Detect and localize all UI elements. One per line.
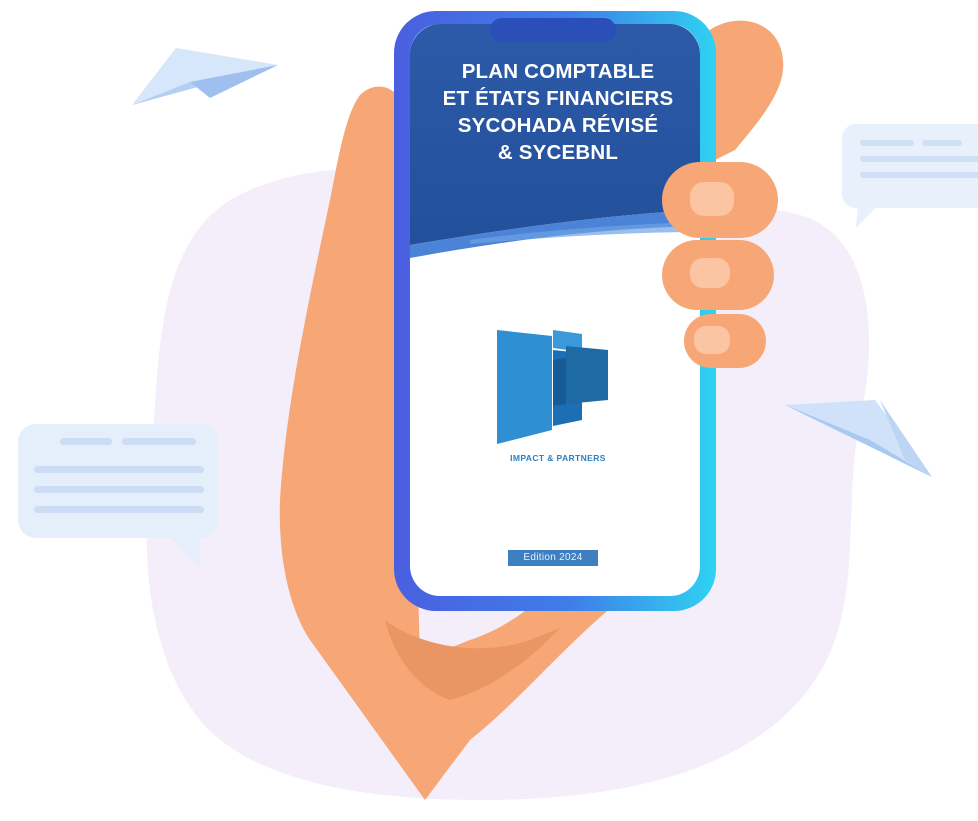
paper-plane-icon bbox=[132, 48, 278, 105]
title-line: PLAN COMPTABLE bbox=[461, 60, 655, 83]
edition-badge: Edition 2024 bbox=[508, 550, 598, 566]
phone-title: PLAN COMPTABLE ET ÉTATS FINANCIERS SYCOH… bbox=[412, 58, 704, 166]
chat-bubble-icon bbox=[18, 424, 218, 568]
illustration: PLAN COMPTABLE ET ÉTATS FINANCIERS SYCOH… bbox=[0, 0, 978, 821]
title-line: ET ÉTATS FINANCIERS bbox=[442, 87, 674, 110]
brand-name: IMPACT & PARTNERS bbox=[510, 453, 606, 463]
chat-bubble-icon bbox=[842, 124, 978, 228]
title-line: & SYCEBNL bbox=[497, 141, 619, 164]
title-line: SYCOHADA RÉVISÉ bbox=[457, 114, 659, 137]
